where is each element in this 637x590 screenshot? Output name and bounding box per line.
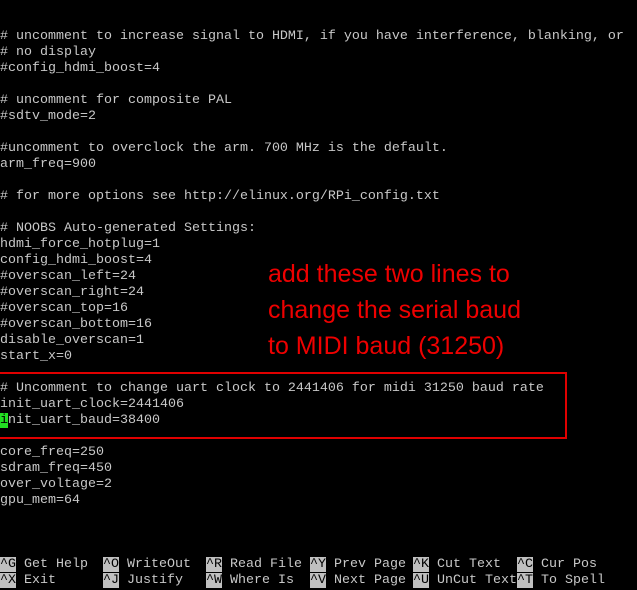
shortcut-key: ^T [517, 573, 533, 588]
shortcut-label: UnCut Text [437, 573, 517, 588]
editor-line[interactable] [0, 205, 637, 221]
shortcut-writeout[interactable]: ^O WriteOut [103, 557, 191, 573]
shortcut-uncut-text[interactable]: ^U UnCut Text [413, 573, 517, 589]
shortcut-exit[interactable]: ^X Exit [0, 573, 56, 589]
annotation-line: to MIDI baud (31250) [268, 332, 505, 360]
shortcut-key: ^O [103, 557, 119, 572]
shortcut-key: ^U [413, 573, 429, 588]
shortcut-justify[interactable]: ^J Justify [103, 573, 183, 589]
shortcut-bar: ^G Get Help ^O WriteOut ^R Read File ^Y Pre… [0, 557, 637, 589]
editor-line[interactable]: #sdtv_mode=2 [0, 109, 637, 125]
shortcut-label: Get Help [24, 557, 88, 572]
editor-line[interactable] [0, 125, 637, 141]
shortcut-next-page[interactable]: ^V Next Page [310, 573, 406, 589]
editor-line[interactable]: #uncomment to overclock the arm. 700 MHz… [0, 141, 637, 157]
editor-line[interactable]: gpu_mem=64 [0, 493, 637, 509]
annotation-line: change the serial baud [268, 296, 521, 324]
highlight-box [0, 372, 567, 439]
shortcut-label: Read File [230, 557, 302, 572]
shortcut-key: ^C [517, 557, 533, 572]
shortcut-key: ^W [206, 573, 222, 588]
shortcut-key: ^J [103, 573, 119, 588]
shortcut-label: Cur Pos [541, 557, 597, 572]
annotation-line: add these two lines to [268, 260, 510, 288]
editor-line[interactable] [0, 173, 637, 189]
shortcut-cur-pos[interactable]: ^C Cur Pos [517, 557, 597, 573]
editor-line[interactable]: sdram_freq=450 [0, 461, 637, 477]
editor-line[interactable]: # no display [0, 45, 637, 61]
shortcut-label: WriteOut [127, 557, 191, 572]
shortcut-key: ^Y [310, 557, 326, 572]
shortcut-prev-page[interactable]: ^Y Prev Page [310, 557, 406, 573]
editor-line[interactable]: core_freq=250 [0, 445, 637, 461]
shortcut-key: ^X [0, 573, 16, 588]
editor-line[interactable]: hdmi_force_hotplug=1 [0, 237, 637, 253]
shortcut-where-is[interactable]: ^W Where Is [206, 573, 294, 589]
editor-line[interactable]: # for more options see http://elinux.org… [0, 189, 637, 205]
shortcut-get-help[interactable]: ^G Get Help [0, 557, 88, 573]
shortcut-read-file[interactable]: ^R Read File [206, 557, 302, 573]
shortcut-row: ^X Exit ^J Justify ^W Where Is ^V Next Page… [0, 573, 637, 589]
shortcut-label: To Spell [541, 573, 605, 588]
editor-line[interactable] [0, 77, 637, 93]
annotation: add these two lines to change the serial… [268, 256, 521, 364]
shortcut-label: Where Is [230, 573, 294, 588]
editor-line[interactable]: arm_freq=900 [0, 157, 637, 173]
shortcut-label: Prev Page [334, 557, 406, 572]
editor-line[interactable]: # NOOBS Auto-generated Settings: [0, 221, 637, 237]
shortcut-cut-text[interactable]: ^K Cut Text [413, 557, 501, 573]
shortcut-key: ^R [206, 557, 222, 572]
shortcut-key: ^G [0, 557, 16, 572]
shortcut-label: Justify [127, 573, 183, 588]
editor-line[interactable]: over_voltage=2 [0, 477, 637, 493]
editor-line[interactable]: # uncomment to increase signal to HDMI, … [0, 29, 637, 45]
shortcut-key: ^V [310, 573, 326, 588]
shortcut-label: Next Page [334, 573, 406, 588]
editor-line[interactable]: # uncomment for composite PAL [0, 93, 637, 109]
editor-line[interactable]: #config_hdmi_boost=4 [0, 61, 637, 77]
shortcut-label: Cut Text [437, 557, 501, 572]
shortcut-to-spell[interactable]: ^T To Spell [517, 573, 605, 589]
shortcut-key: ^K [413, 557, 429, 572]
shortcut-label: Exit [24, 573, 56, 588]
shortcut-row: ^G Get Help ^O WriteOut ^R Read File ^Y Pre… [0, 557, 637, 573]
